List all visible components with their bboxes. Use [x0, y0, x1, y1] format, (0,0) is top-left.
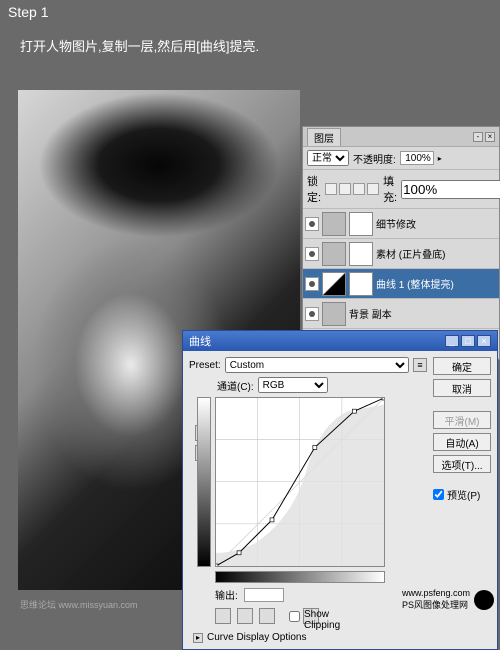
- output-label: 输出:: [215, 587, 238, 602]
- blend-mode-select[interactable]: 正常: [307, 150, 349, 166]
- panel-window-controls: - ×: [473, 132, 495, 142]
- layer-thumb: [322, 212, 346, 236]
- layer-thumb: [322, 242, 346, 266]
- opacity-flyout-icon[interactable]: ▸: [438, 154, 442, 163]
- blend-opacity-row: 正常 不透明度: ▸: [303, 147, 499, 170]
- channel-label: 通道(C):: [217, 378, 254, 393]
- white-point-eyedropper-icon[interactable]: [259, 608, 275, 624]
- preset-select[interactable]: Custom: [225, 357, 409, 373]
- layer-name: 细节修改: [376, 216, 416, 231]
- fill-label: 填充:: [383, 173, 397, 205]
- lock-all-icon[interactable]: [367, 183, 379, 195]
- layers-panel: 图层 - × 正常 不透明度: ▸ 锁定: 填充: ▸ 细节修改: [302, 126, 500, 360]
- tab-layers[interactable]: 图层: [307, 128, 341, 146]
- mask-thumb: [349, 272, 373, 296]
- lock-icons: [325, 183, 379, 195]
- visibility-icon[interactable]: [305, 217, 319, 231]
- auto-button[interactable]: 自动(A): [433, 433, 491, 451]
- visibility-icon[interactable]: [305, 307, 319, 321]
- lock-label: 锁定:: [307, 173, 321, 205]
- black-point-eyedropper-icon[interactable]: [215, 608, 231, 624]
- window-minimize-icon[interactable]: _: [445, 335, 459, 347]
- opacity-input[interactable]: [400, 151, 434, 165]
- mask-thumb: [349, 212, 373, 236]
- watermark-url: www.psfeng.com: [402, 588, 470, 598]
- watermark-left: 思维论坛 www.missyuan.com: [20, 598, 138, 611]
- curves-titlebar[interactable]: 曲线 _ □ ×: [183, 331, 497, 351]
- gray-point-eyedropper-icon[interactable]: [237, 608, 253, 624]
- curves-title-text: 曲线: [189, 333, 211, 349]
- minimize-icon[interactable]: -: [473, 132, 483, 142]
- output-gradient: [197, 397, 211, 567]
- curve-display-options-label[interactable]: Curve Display Options: [207, 632, 306, 643]
- preview-checkbox[interactable]: [433, 489, 444, 500]
- options-button[interactable]: 选项(T)...: [433, 455, 491, 473]
- layer-name: 素材 (正片叠底): [376, 246, 445, 261]
- close-icon[interactable]: ×: [485, 132, 495, 142]
- preset-label: Preset:: [189, 360, 221, 371]
- curves-graph[interactable]: [215, 397, 385, 567]
- step-title: Step 1: [8, 4, 48, 20]
- input-gradient: [215, 571, 385, 583]
- smooth-button[interactable]: 平滑(M): [433, 411, 491, 429]
- window-close-icon[interactable]: ×: [477, 335, 491, 347]
- layer-item[interactable]: 素材 (正片叠底): [303, 239, 499, 269]
- layer-item[interactable]: 细节修改: [303, 209, 499, 239]
- visibility-icon[interactable]: [305, 247, 319, 261]
- opacity-label: 不透明度:: [353, 151, 396, 166]
- cancel-button[interactable]: 取消: [433, 379, 491, 397]
- show-clipping-checkbox[interactable]: [289, 611, 300, 622]
- adjustment-thumb-icon: [322, 272, 346, 296]
- fill-input[interactable]: [401, 180, 500, 199]
- lock-image-icon[interactable]: [339, 183, 351, 195]
- splatter-icon: [474, 590, 494, 610]
- channel-select[interactable]: RGB: [258, 377, 328, 393]
- output-input[interactable]: [244, 588, 284, 602]
- lock-fill-row: 锁定: 填充: ▸: [303, 170, 499, 209]
- layer-item-selected[interactable]: 曲线 1 (整体提亮): [303, 269, 499, 299]
- lock-transparent-icon[interactable]: [325, 183, 337, 195]
- window-maximize-icon[interactable]: □: [461, 335, 475, 347]
- ok-button[interactable]: 确定: [433, 357, 491, 375]
- layer-name: 曲线 1 (整体提亮): [376, 276, 454, 291]
- preview-label: 预览(P): [447, 487, 480, 502]
- disclosure-icon[interactable]: ▸: [193, 633, 203, 643]
- watermark-right: www.psfeng.com PS风图像处理网: [402, 588, 494, 611]
- layer-item[interactable]: 背景 副本: [303, 299, 499, 329]
- layer-thumb: [322, 302, 346, 326]
- visibility-icon[interactable]: [305, 277, 319, 291]
- lock-position-icon[interactable]: [353, 183, 365, 195]
- preset-menu-icon[interactable]: ≡: [413, 358, 427, 372]
- layer-name: 背景 副本: [349, 306, 392, 321]
- watermark-site: PS风图像处理网: [402, 598, 470, 611]
- layers-panel-tabs: 图层 - ×: [303, 127, 499, 147]
- show-clipping-label: Show Clipping: [303, 608, 319, 624]
- instruction-text: 打开人物图片,复制一层,然后用[曲线]提亮.: [20, 36, 259, 55]
- mask-thumb: [349, 242, 373, 266]
